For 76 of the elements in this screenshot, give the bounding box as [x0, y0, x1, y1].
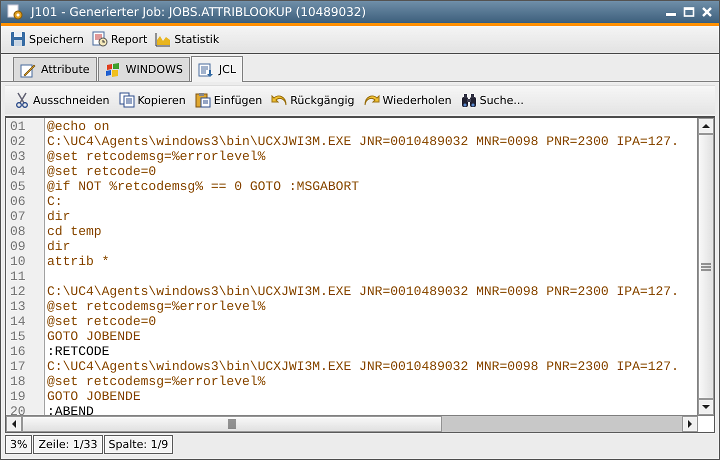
line-number: 20	[9, 404, 27, 416]
line-number: 19	[9, 389, 27, 404]
toolbar-button[interactable]: Rückgängig	[270, 90, 356, 110]
maximize-icon[interactable]	[683, 6, 695, 18]
line-number: 02	[9, 134, 27, 150]
code-line: GOTO JOBENDE	[47, 329, 141, 344]
vertical-scrollbar[interactable]	[697, 118, 714, 416]
code-line: :RETCODE	[47, 344, 110, 360]
line-number: 07	[9, 209, 27, 224]
toolbar-button[interactable]: Kopieren	[118, 90, 187, 110]
line-number: 05	[9, 179, 27, 194]
close-icon[interactable]	[701, 6, 713, 18]
scroll-thumb[interactable]	[22, 416, 442, 432]
line-number: 06	[9, 194, 27, 210]
copy-icon	[118, 92, 134, 108]
code-line: C:	[47, 194, 63, 210]
report-icon	[92, 31, 108, 48]
scroll-up-icon[interactable]	[698, 118, 714, 134]
gear-document-icon	[7, 4, 23, 20]
status-field: Spalte: 1/9	[104, 434, 174, 454]
code-line: C:\UC4\Agents\windows3\bin\UCXJWI3M.EXE JNR=0010489032 MNR=0098 PNR=2300 IPA=127.	[47, 359, 679, 374]
code-line: attrib *	[47, 254, 110, 270]
code-line: @set retcodemsg=%errorlevel%	[47, 149, 266, 164]
scissors-icon	[14, 92, 30, 108]
line-number: 16	[9, 344, 27, 360]
scroll-right-icon[interactable]	[682, 416, 698, 432]
toolbar-button[interactable]: Ausschneiden	[13, 90, 110, 110]
code-line: @echo on	[47, 119, 110, 134]
code-line: C:\UC4\Agents\windows3\bin\UCXJWI3M.EXE JNR=0010489032 MNR=0098 PNR=2300 IPA=127.	[47, 284, 679, 300]
tab[interactable]: Attribute	[13, 57, 97, 82]
clipboard-icon	[194, 92, 211, 108]
window-title: J101 - Generierter Job: JOBS.ATTRIBLOOKUP (10489032)	[31, 4, 368, 19]
toolbar-button[interactable]: Wiederholen	[362, 90, 453, 110]
line-number: 03	[9, 149, 27, 164]
line-number: 15	[9, 329, 27, 344]
scroll-down-icon[interactable]	[698, 399, 714, 416]
code-line: @set retcode=0	[47, 164, 156, 180]
code-editor[interactable]	[5, 116, 715, 434]
toolbar-button[interactable]: Statistik	[154, 29, 220, 50]
line-number: 09	[9, 239, 27, 254]
code-line: GOTO JOBENDE	[47, 389, 141, 404]
status-field: Zeile: 1/33	[33, 434, 103, 454]
line-number: 17	[9, 359, 27, 374]
code-line: cd temp	[47, 224, 102, 240]
line-number: 01	[9, 119, 27, 134]
line-number: 12	[9, 284, 27, 300]
code-line: dir	[47, 209, 70, 224]
document-arrow-icon	[198, 62, 214, 78]
tab[interactable]: JCL	[190, 56, 243, 82]
status-field: 3%	[5, 434, 32, 454]
binoculars-icon	[460, 92, 477, 108]
line-number: 18	[9, 374, 27, 390]
windows-flag-icon	[104, 62, 121, 78]
toolbar-button[interactable]: Report	[90, 29, 148, 50]
code-line: @set retcodemsg=%errorlevel%	[47, 374, 266, 390]
line-number: 14	[9, 314, 27, 330]
code-line: @set retcodemsg=%errorlevel%	[47, 299, 266, 314]
code-line: :ABEND	[47, 404, 94, 416]
line-number: 11	[9, 269, 27, 284]
tab[interactable]: WINDOWS	[98, 57, 190, 82]
toolbar-button[interactable]: Speichern	[9, 29, 85, 50]
toolbar-button[interactable]: Einfügen	[194, 90, 264, 110]
code-line: dir	[47, 239, 70, 254]
scroll-left-icon[interactable]	[6, 416, 22, 432]
line-number: 10	[9, 254, 27, 270]
code-line: C:\UC4\Agents\windows3\bin\UCXJWI3M.EXE JNR=0010489032 MNR=0098 PNR=2300 IPA=127.	[47, 134, 679, 150]
code-line: @if NOT %retcodemsg% == 0 GOTO :MSGABORT	[47, 179, 360, 194]
horizontal-scrollbar[interactable]	[6, 415, 714, 432]
pencil-form-icon	[20, 62, 36, 78]
toolbar-button[interactable]: Suche...	[460, 90, 525, 110]
code-line: @set retcode=0	[47, 314, 156, 330]
line-number: 08	[9, 224, 27, 240]
chart-icon	[155, 31, 172, 48]
scroll-thumb[interactable]	[698, 134, 714, 400]
line-number: 04	[9, 164, 27, 180]
line-number: 13	[9, 299, 27, 314]
